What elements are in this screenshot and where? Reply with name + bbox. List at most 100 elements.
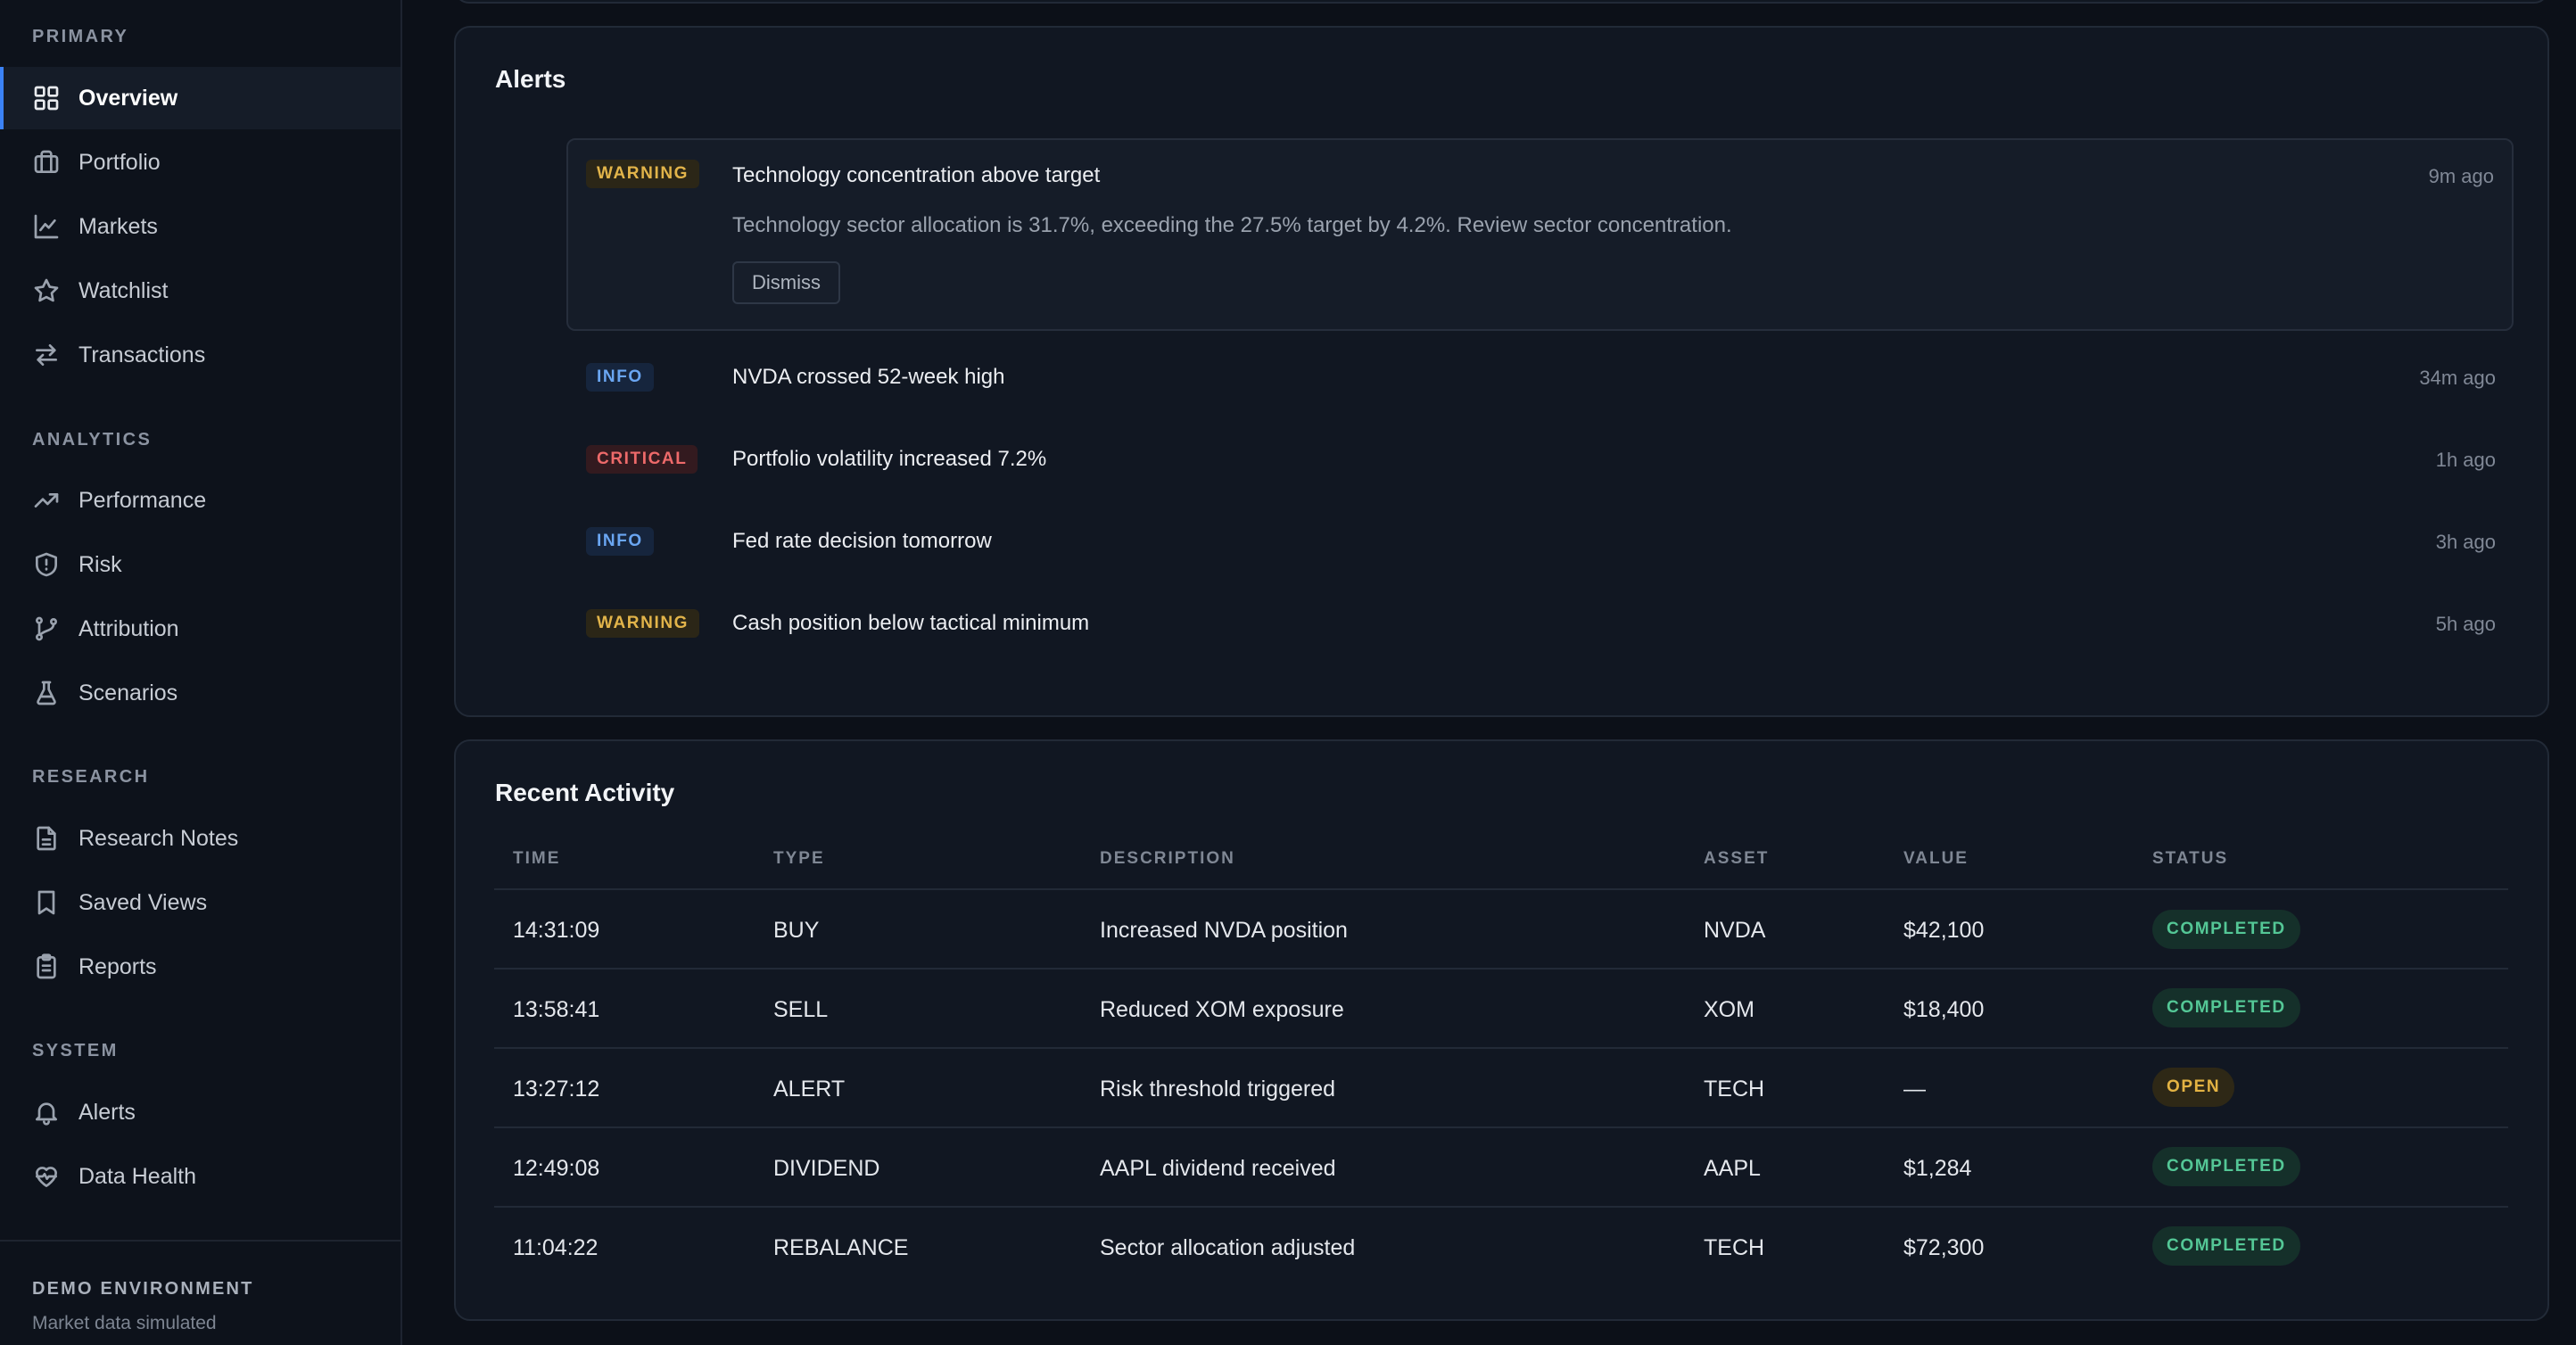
heart-pulse-icon xyxy=(32,1162,61,1191)
cell-time: 11:04:22 xyxy=(513,1235,599,1260)
column-header-description: DESCRIPTION xyxy=(1100,849,1235,868)
sidebar-item-label: Data Health xyxy=(78,1163,197,1189)
alert-title: Technology concentration above target xyxy=(732,163,1101,187)
table-divider xyxy=(494,1047,2508,1049)
sidebar-item-alerts[interactable]: Alerts xyxy=(0,1081,400,1143)
sidebar-item-label: Risk xyxy=(78,551,122,577)
alert-description: Technology sector allocation is 31.7%, e… xyxy=(732,213,1732,237)
line-chart-icon xyxy=(32,212,61,241)
cell-value: $42,100 xyxy=(1903,918,1985,943)
alert-expanded[interactable]: WARNING Technology concentration above t… xyxy=(566,138,2514,331)
table-divider xyxy=(494,1206,2508,1208)
sidebar-item-data-health[interactable]: Data Health xyxy=(0,1145,400,1208)
sidebar-item-scenarios[interactable]: Scenarios xyxy=(0,662,400,724)
status-badge: OPEN xyxy=(2152,1068,2235,1107)
sidebar-item-transactions[interactable]: Transactions xyxy=(0,324,400,386)
section-title-system: SYSTEM xyxy=(32,1041,119,1060)
cell-value: $18,400 xyxy=(1903,997,1985,1022)
column-header-value: VALUE xyxy=(1903,849,1969,868)
alert-row[interactable]: WARNING Cash position below tactical min… xyxy=(566,597,2514,650)
cell-value: — xyxy=(1903,1077,1926,1102)
cell-type: BUY xyxy=(773,918,820,943)
trending-up-icon xyxy=(32,486,61,515)
cell-time: 14:31:09 xyxy=(513,918,600,943)
sidebar-item-performance[interactable]: Performance xyxy=(0,469,400,532)
section-title-analytics: ANALYTICS xyxy=(32,430,153,450)
cell-type: DIVIDEND xyxy=(773,1156,880,1181)
cell-asset: XOM xyxy=(1704,997,1754,1022)
environment-title: DEMO ENVIRONMENT xyxy=(32,1279,254,1299)
alert-row[interactable]: INFO NVDA crossed 52-week high 34m ago xyxy=(566,351,2514,404)
alert-title: Cash position below tactical minimum xyxy=(732,611,1090,635)
sidebar-item-saved-views[interactable]: Saved Views xyxy=(0,871,400,934)
git-branch-icon xyxy=(32,615,61,643)
sidebar-item-label: Performance xyxy=(78,487,207,513)
alerts-card: Alerts WARNING Technology concentration … xyxy=(454,26,2549,717)
severity-badge-info: INFO xyxy=(586,527,654,556)
dismiss-button[interactable]: Dismiss xyxy=(732,261,840,304)
alert-row[interactable]: CRITICAL Portfolio volatility increased … xyxy=(566,433,2514,486)
sidebar-item-label: Saved Views xyxy=(78,889,208,915)
sidebar-item-label: Transactions xyxy=(78,342,206,367)
alert-row[interactable]: INFO Fed rate decision tomorrow 3h ago xyxy=(566,515,2514,568)
sidebar: PRIMARY Overview Portfolio Markets Watch… xyxy=(0,0,402,1345)
sidebar-item-reports[interactable]: Reports xyxy=(0,936,400,998)
sidebar-item-label: Alerts xyxy=(78,1099,136,1125)
alert-title: Portfolio volatility increased 7.2% xyxy=(732,447,1047,471)
cell-description: Risk threshold triggered xyxy=(1100,1077,1336,1102)
severity-badge-warning: WARNING xyxy=(586,609,700,638)
activity-card-title: Recent Activity xyxy=(495,779,675,806)
column-header-time: TIME xyxy=(513,849,561,868)
cell-asset: TECH xyxy=(1704,1077,1765,1102)
column-header-type: TYPE xyxy=(773,849,825,868)
sidebar-item-research-notes[interactable]: Research Notes xyxy=(0,807,400,870)
status-badge: COMPLETED xyxy=(2152,1147,2300,1186)
grid-icon xyxy=(32,84,61,112)
cell-description: Sector allocation adjusted xyxy=(1100,1235,1356,1260)
cell-type: REBALANCE xyxy=(773,1235,909,1260)
alert-time: 34m ago xyxy=(2419,367,2496,389)
cell-description: Increased NVDA position xyxy=(1100,918,1348,943)
sidebar-item-markets[interactable]: Markets xyxy=(0,195,400,258)
environment-subtitle: Market data simulated xyxy=(32,1313,217,1333)
status-badge: COMPLETED xyxy=(2152,1226,2300,1266)
sidebar-item-label: Research Notes xyxy=(78,825,239,851)
sidebar-item-label: Portfolio xyxy=(78,149,161,175)
sidebar-item-portfolio[interactable]: Portfolio xyxy=(0,131,400,194)
alert-title: Fed rate decision tomorrow xyxy=(732,529,992,553)
table-divider xyxy=(494,968,2508,970)
cell-time: 13:27:12 xyxy=(513,1077,600,1102)
sidebar-item-label: Attribution xyxy=(78,615,179,641)
alert-time: 9m ago xyxy=(2428,165,2494,187)
star-icon xyxy=(32,276,61,305)
shield-icon xyxy=(32,550,61,579)
cell-time: 13:58:41 xyxy=(513,997,600,1022)
table-divider xyxy=(494,1126,2508,1128)
sidebar-item-attribution[interactable]: Attribution xyxy=(0,598,400,660)
cell-description: AAPL dividend received xyxy=(1100,1156,1336,1181)
flask-icon xyxy=(32,679,61,707)
sidebar-footer: DEMO ENVIRONMENT Market data simulated xyxy=(0,1240,400,1345)
alert-time: 3h ago xyxy=(2435,531,2496,553)
alert-time: 5h ago xyxy=(2435,613,2496,635)
previous-card-edge xyxy=(454,0,2549,4)
status-badge: COMPLETED xyxy=(2152,910,2300,949)
alert-title: NVDA crossed 52-week high xyxy=(732,365,1005,389)
sidebar-item-label: Reports xyxy=(78,953,157,979)
sidebar-item-risk[interactable]: Risk xyxy=(0,533,400,596)
bell-icon xyxy=(32,1098,61,1126)
cell-description: Reduced XOM exposure xyxy=(1100,997,1344,1022)
sidebar-item-overview[interactable]: Overview xyxy=(0,67,400,129)
alert-time: 1h ago xyxy=(2435,449,2496,471)
severity-badge-critical: CRITICAL xyxy=(586,445,698,474)
sidebar-item-watchlist[interactable]: Watchlist xyxy=(0,260,400,322)
sidebar-item-label: Scenarios xyxy=(78,680,178,706)
section-title-primary: PRIMARY xyxy=(32,27,129,46)
cell-asset: TECH xyxy=(1704,1235,1765,1260)
app: PRIMARY Overview Portfolio Markets Watch… xyxy=(0,0,2576,1345)
cell-type: ALERT xyxy=(773,1077,846,1102)
status-badge: COMPLETED xyxy=(2152,988,2300,1027)
sidebar-item-label: Overview xyxy=(78,85,178,111)
column-header-status: STATUS xyxy=(2152,849,2229,868)
arrows-left-right-icon xyxy=(32,341,61,369)
